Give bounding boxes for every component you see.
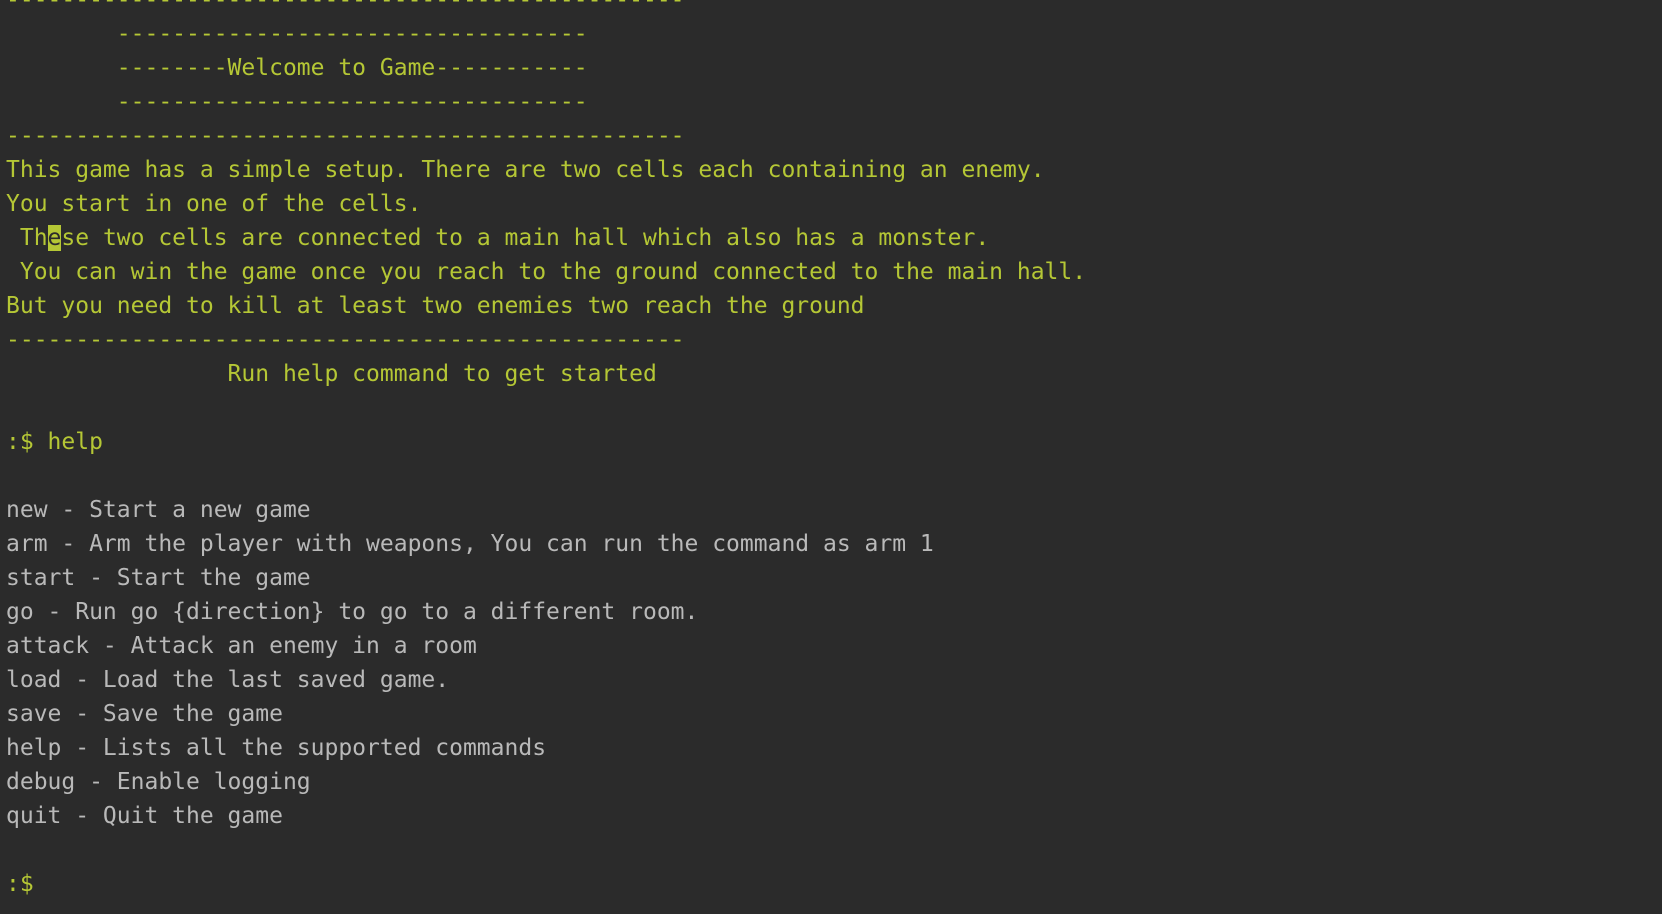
intro-line-3-post: se two cells are connected to a main hal… xyxy=(61,225,990,251)
command-item: quit - Quit the game xyxy=(6,803,283,829)
command-item: help - Lists all the supported commands xyxy=(6,735,547,761)
command-item: go - Run go {direction} to go to a diffe… xyxy=(6,599,699,625)
intro-line-5: But you need to kill at least two enemie… xyxy=(6,293,865,319)
command-item: debug - Enable logging xyxy=(6,769,311,795)
intro-hint: Run help command to get started xyxy=(6,361,657,387)
text-cursor: e xyxy=(47,225,62,251)
banner-rule-short-2: ---------------------------------- xyxy=(6,89,588,115)
terminal-window[interactable]: ---------------------------------- ------… xyxy=(0,0,1662,897)
intro-rule: ----------------------------------------… xyxy=(6,327,685,353)
prompt-help: :$ help xyxy=(6,429,103,455)
command-item: arm - Arm the player with weapons, You c… xyxy=(6,531,934,557)
intro-line-3-pre: Th xyxy=(6,225,48,251)
command-item: save - Save the game xyxy=(6,701,283,727)
intro-line-4: You can win the game once you reach to t… xyxy=(6,259,1087,285)
command-item: start - Start the game xyxy=(6,565,311,591)
banner-rule-bottom: ----------------------------------------… xyxy=(6,123,685,149)
intro-line-1: This game has a simple setup. There are … xyxy=(6,157,1045,183)
banner-welcome: --------Welcome to Game----------- xyxy=(6,55,588,81)
command-prompt-input[interactable]: :$ xyxy=(6,867,1662,901)
command-list: new - Start a new game arm - Arm the pla… xyxy=(6,493,1662,833)
intro-line-3: These two cells are connected to a main … xyxy=(6,221,1662,255)
command-item: attack - Attack an enemy in a room xyxy=(6,633,477,659)
intro-line-2: You start in one of the cells. xyxy=(6,191,422,217)
banner-rule-top: ----------------------------------------… xyxy=(6,0,685,13)
banner-rule-short: ---------------------------------- xyxy=(6,21,588,47)
command-item: new - Start a new game xyxy=(6,497,311,523)
command-item: load - Load the last saved game. xyxy=(6,667,450,693)
